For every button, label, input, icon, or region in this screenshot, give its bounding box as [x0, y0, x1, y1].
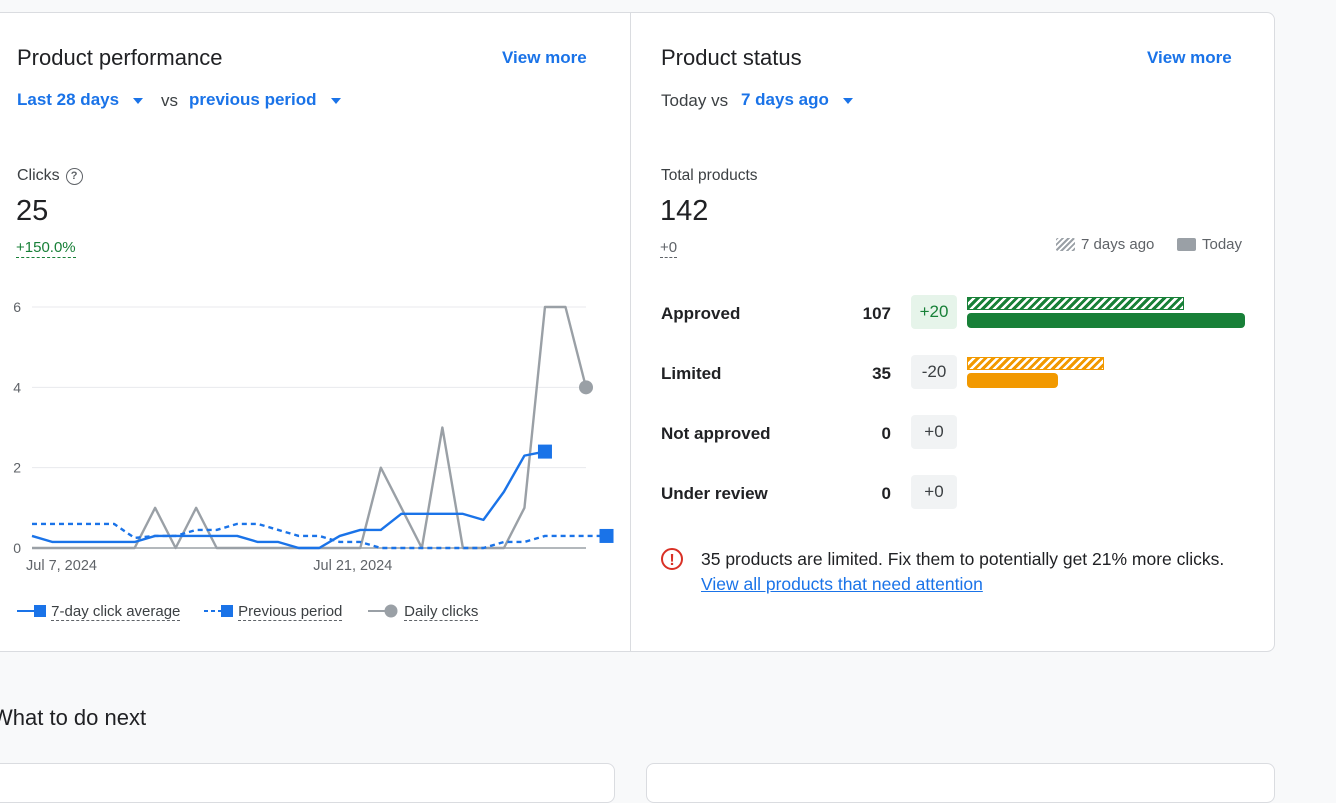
- what-to-do-next-heading: What to do next: [0, 705, 147, 730]
- legend-previous-period[interactable]: Previous period: [204, 603, 343, 621]
- total-products-value: 142: [660, 195, 709, 227]
- clicks-line-chart: 0 2 4 6 Jul 7, 2024 Jul 21, 2024: [13, 299, 614, 574]
- status-row-not-approved[interactable]: Not approved 0 +0: [661, 415, 1261, 451]
- y-tick-label: 2: [13, 460, 21, 476]
- clicks-label: Clicks: [17, 167, 60, 184]
- legend-7-day-average-label: 7-day click average: [51, 603, 181, 621]
- status-count: 0: [881, 424, 891, 443]
- performance-title: Product performance: [17, 45, 223, 70]
- chevron-down-icon: [330, 97, 341, 104]
- y-tick-label: 0: [13, 540, 21, 556]
- series-line-previous-period: [32, 522, 607, 550]
- series-line-daily-clicks: [32, 305, 588, 550]
- status-change-badge: +0: [911, 475, 957, 509]
- status-bar-today: [967, 373, 1058, 388]
- status-view-more-link[interactable]: View more: [1147, 48, 1232, 68]
- status-change-badge: +0: [911, 415, 957, 449]
- chevron-down-icon: [133, 97, 144, 104]
- y-tick-label: 6: [13, 299, 21, 315]
- daily-clicks-end-point: [579, 380, 593, 395]
- error-icon: !: [661, 548, 683, 570]
- x-tick-label: Jul 21, 2024: [313, 558, 392, 574]
- x-tick-label: Jul 7, 2024: [26, 558, 97, 574]
- performance-view-more-link[interactable]: View more: [502, 48, 587, 68]
- clicks-change[interactable]: +150.0%: [16, 239, 76, 258]
- help-circle-icon[interactable]: ?: [65, 168, 83, 185]
- clicks-value: 25: [16, 195, 49, 227]
- series-end-point: [599, 528, 614, 543]
- legend-today: Today: [1177, 236, 1242, 253]
- status-count: 35: [872, 364, 891, 383]
- view-products-needing-attention-link[interactable]: View all products that need attention: [701, 574, 983, 595]
- legend-dashed-square-marker-icon: [204, 605, 233, 617]
- date-range-dropdown[interactable]: Last 28 days: [17, 90, 144, 110]
- status-change-badge: -20: [911, 355, 957, 389]
- y-tick-label: 4: [13, 379, 21, 395]
- clicks-metric-label: Clicks?: [17, 167, 83, 185]
- total-products-label: Total products: [661, 167, 758, 184]
- hatched-swatch-icon: [1056, 238, 1075, 251]
- card-divider: [630, 12, 631, 652]
- status-count: 0: [881, 484, 891, 503]
- comparison-dropdown[interactable]: previous period: [189, 90, 341, 110]
- solid-swatch-icon: [1177, 238, 1196, 251]
- legend-daily-clicks-label: Daily clicks: [404, 603, 479, 621]
- status-title: Product status: [661, 45, 802, 70]
- next-card-left: [0, 763, 615, 803]
- next-card-right: [646, 763, 1275, 803]
- legend-7-days-ago: 7 days ago: [1056, 236, 1154, 253]
- legend-7-days-ago-label: 7 days ago: [1081, 236, 1155, 253]
- date-range-value: Last 28 days: [17, 90, 120, 109]
- chevron-down-icon: [842, 97, 853, 104]
- today-vs-label: Today vs: [661, 91, 729, 110]
- status-row-approved[interactable]: Approved 107 +20: [661, 295, 1261, 331]
- status-row-under-review[interactable]: Under review 0 +0: [661, 475, 1261, 511]
- status-name: Under review: [661, 484, 768, 503]
- legend-daily-clicks[interactable]: Daily clicks: [368, 603, 479, 621]
- status-bar-today: [967, 313, 1245, 328]
- status-name: Limited: [661, 364, 722, 383]
- legend-7-day-average[interactable]: 7-day click average: [17, 603, 181, 621]
- series-end-point: [537, 444, 552, 459]
- status-bar-7-days-ago: [967, 297, 1184, 310]
- legend-circle-marker-icon: [368, 604, 398, 618]
- status-change-badge: +20: [911, 295, 957, 329]
- status-name: Approved: [661, 304, 741, 323]
- status-comparison-value: 7 days ago: [741, 90, 829, 109]
- vs-label: vs: [161, 91, 178, 110]
- status-row-limited[interactable]: Limited 35 -20: [661, 355, 1261, 391]
- comparison-value: previous period: [189, 90, 317, 109]
- total-products-change[interactable]: +0: [660, 239, 678, 258]
- status-count: 107: [862, 304, 891, 323]
- legend-solid-square-marker-icon: [17, 605, 46, 617]
- status-name: Not approved: [661, 424, 771, 443]
- legend-today-label: Today: [1202, 236, 1243, 253]
- status-bar-7-days-ago: [967, 357, 1104, 370]
- alert-message: 35 products are limited. Fix them to pot…: [701, 549, 1225, 569]
- status-comparison-dropdown[interactable]: 7 days ago: [741, 90, 853, 110]
- legend-previous-period-label: Previous period: [238, 603, 343, 621]
